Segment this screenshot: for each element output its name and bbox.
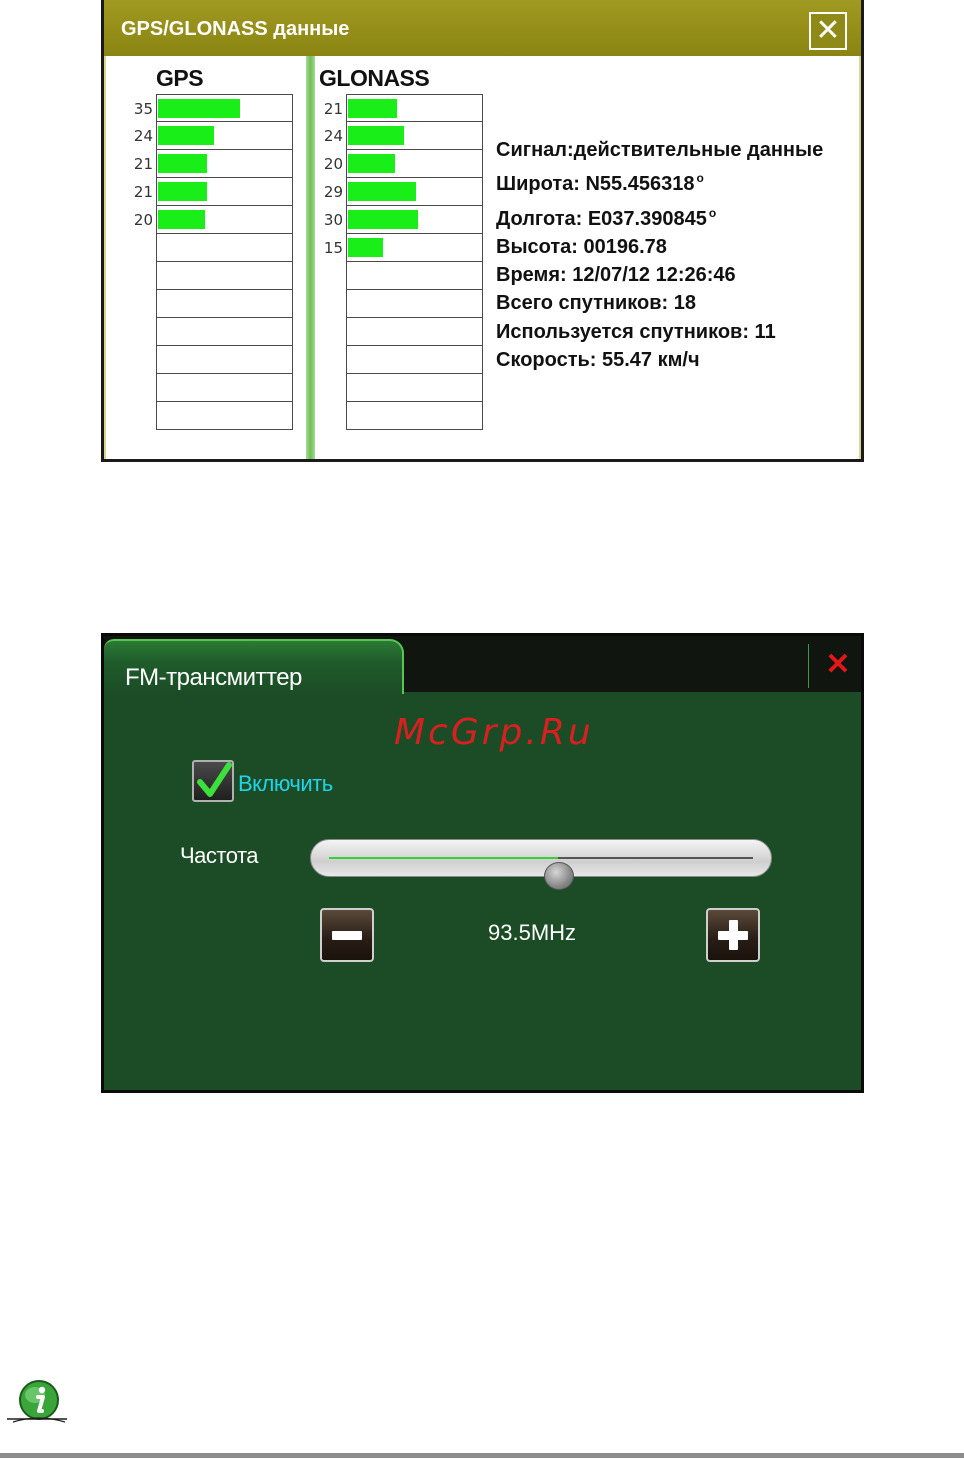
gps-satellite-row — [156, 234, 293, 262]
frequency-decrease-button[interactable] — [320, 908, 374, 962]
column-divider — [306, 56, 315, 459]
fm-close-button[interactable]: ✕ — [824, 648, 852, 681]
gps-satellite-signal-bar — [158, 210, 205, 229]
fm-transmitter-window: FM-трансмиттер ✕ McGrp.Ru Включить Часто… — [101, 633, 864, 1093]
enable-label[interactable]: Включить — [238, 771, 333, 797]
gps-satellite-signal-number: 20 — [133, 211, 153, 229]
glonass-satellite-signal-bar — [348, 182, 416, 201]
info-icon — [7, 1380, 67, 1423]
gps-satellite-row — [156, 262, 293, 290]
slider-track — [329, 857, 753, 890]
gps-satellite-row — [156, 402, 293, 430]
gps-window-titlebar: GPS/GLONASS данные ✕ — [104, 0, 861, 56]
degree-symbol: o — [696, 171, 704, 186]
longitude-row: Долгота: E037.390845 o — [496, 199, 823, 233]
gps-column-header: GPS — [156, 65, 204, 91]
glonass-satellite-signal-number: 30 — [323, 211, 343, 229]
glonass-satellite-row: 21 — [324, 94, 483, 122]
gps-satellite-signal-number: 35 — [133, 100, 153, 118]
glonass-satellite-row — [346, 374, 483, 402]
glonass-satellite-signal-number: 21 — [323, 100, 343, 118]
degree-symbol: o — [708, 205, 717, 220]
latitude-value: Широта: N55.456318 — [496, 173, 695, 196]
glonass-satellite-row — [346, 318, 483, 346]
glonass-satellite-list: 21 24 20 29 30 15 — [324, 94, 483, 430]
time-value: Время: 12/07/12 12:26:46 — [496, 264, 736, 287]
gps-satellite-row — [156, 318, 293, 346]
gps-satellite-row: 24 — [134, 122, 293, 150]
total-satellites-value: Всего спутников: 18 — [496, 292, 696, 315]
glonass-satellite-row: 24 — [324, 122, 483, 150]
glonass-satellite-row: 30 — [324, 206, 483, 234]
glonass-satellite-signal-bar — [348, 154, 395, 173]
frequency-value: 93.5MHz — [488, 920, 577, 945]
gps-glonass-window: GPS/GLONASS данные ✕ GPS GLONASS 35 24 21 2… — [101, 0, 864, 462]
frequency-label: Частота — [180, 843, 259, 868]
gps-satellite-signal-bar — [158, 99, 240, 118]
slider-fill — [329, 857, 558, 859]
glonass-satellite-row — [346, 402, 483, 430]
glonass-satellite-row: 20 — [324, 150, 483, 178]
glonass-satellite-signal-bar — [348, 238, 383, 257]
glonass-column-header: GLONASS — [319, 65, 430, 91]
gps-satellite-row — [156, 346, 293, 374]
gps-window-body: GPS GLONASS 35 24 21 21 20 21 24 20 29 30 15 Сигн… — [104, 56, 861, 459]
topbar-separator — [808, 644, 809, 688]
glonass-satellite-row — [346, 290, 483, 318]
gps-satellite-row: 21 — [134, 178, 293, 206]
fm-window-title: FM-трансмиттер — [125, 664, 302, 691]
check-icon — [197, 762, 232, 797]
fm-window-topbar: FM-трансмиттер ✕ — [104, 636, 861, 694]
altitude-value: Высота: 00196.78 — [496, 235, 667, 258]
gps-close-button[interactable]: ✕ — [809, 12, 847, 50]
gps-satellite-row: 35 — [134, 94, 293, 122]
enable-checkbox[interactable] — [192, 760, 234, 802]
glonass-satellite-signal-number: 29 — [323, 183, 343, 201]
glonass-satellite-row — [346, 262, 483, 290]
gps-window-title: GPS/GLONASS данные — [121, 18, 350, 40]
glonass-satellite-row: 29 — [324, 178, 483, 206]
glonass-satellite-signal-bar — [348, 126, 404, 145]
gps-info-panel: Сигнал:действительные данные Широта: N55… — [496, 136, 823, 374]
gps-satellite-signal-number: 21 — [133, 183, 153, 201]
gps-satellite-signal-bar — [158, 154, 207, 173]
gps-satellite-row: 20 — [134, 206, 293, 234]
used-satellites-value: Используется спутников: 11 — [496, 320, 776, 343]
latitude-row: Широта: N55.456318 o — [496, 164, 823, 198]
gps-satellite-signal-bar — [158, 182, 207, 201]
speed-value: Скорость: 55.47 км/ч — [496, 349, 700, 372]
gps-satellite-signal-number: 24 — [133, 127, 153, 145]
footer-rule — [0, 1453, 964, 1458]
glonass-satellite-signal-number: 15 — [323, 239, 343, 257]
gps-satellite-signal-bar — [158, 126, 214, 145]
tab-fm-transmitter[interactable]: FM-трансмиттер — [104, 639, 404, 694]
gps-satellite-list: 35 24 21 21 20 — [134, 94, 293, 430]
glonass-satellite-signal-bar — [348, 210, 418, 229]
gps-satellite-signal-number: 21 — [133, 155, 153, 173]
glonass-satellite-signal-number: 24 — [323, 127, 343, 145]
signal-status: Сигнал:действительные данные — [496, 139, 824, 161]
gps-satellite-row — [156, 290, 293, 318]
glonass-satellite-signal-bar — [348, 99, 397, 118]
glonass-satellite-signal-number: 20 — [323, 155, 343, 173]
slider-knob[interactable] — [543, 862, 574, 890]
glonass-satellite-row — [346, 346, 483, 374]
frequency-increase-button[interactable] — [706, 908, 760, 962]
gps-satellite-row — [156, 374, 293, 402]
gps-satellite-row: 21 — [134, 150, 293, 178]
longitude-value: Долгота: E037.390845 — [496, 207, 707, 230]
close-icon: ✕ — [825, 648, 851, 681]
watermark: McGrp.Ru — [394, 712, 594, 753]
close-icon: ✕ — [815, 14, 841, 47]
glonass-satellite-row: 15 — [324, 234, 483, 262]
frequency-slider[interactable] — [310, 839, 772, 890]
